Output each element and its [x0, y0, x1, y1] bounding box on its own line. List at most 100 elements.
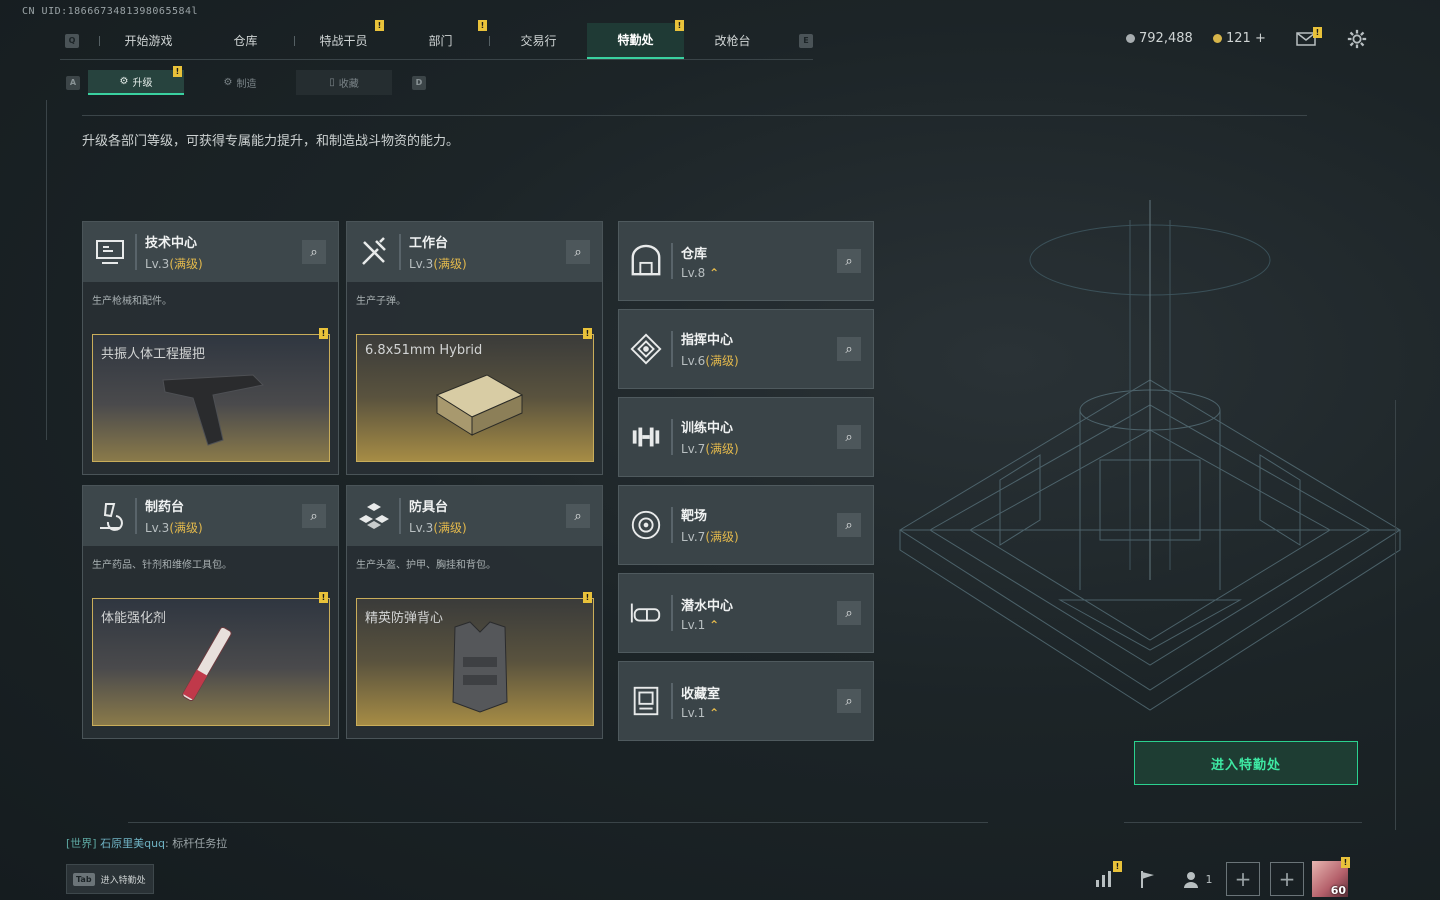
tab-trading[interactable]: 交易行 — [490, 23, 587, 59]
right-vertical-rule — [1395, 400, 1396, 830]
gold-currency[interactable]: 121 + — [1213, 31, 1266, 46]
card-separator — [671, 595, 673, 631]
settings-button[interactable] — [1346, 28, 1368, 50]
department-name: 技术中心 — [145, 236, 198, 251]
stats-button[interactable]: ! — [1086, 861, 1122, 897]
level-value: Lv.3 — [409, 521, 434, 535]
facility-card-training-center[interactable]: 训练中心 Lv.7(满级) ⌕ — [618, 397, 874, 477]
tab-key: Tab — [73, 872, 95, 886]
tab-departments[interactable]: 部门! — [392, 19, 489, 59]
injector-item-image — [182, 626, 232, 702]
inspect-button[interactable]: ⌕ — [566, 504, 590, 528]
inspect-button[interactable]: ⌕ — [837, 249, 861, 273]
sub-nav: A ⚙ 升级 ! ⚙ 制造 ▯ 收藏 D — [66, 66, 426, 95]
bottom-rule-right — [1124, 822, 1362, 823]
department-card-tech-center[interactable]: 技术中心 Lv.3(满级) ⌕ 生产枪械和配件。 共振人体工程握把 ! — [82, 221, 339, 475]
subtab-craft[interactable]: ⚙ 制造 — [192, 70, 288, 95]
facility-card-collection-room[interactable]: 收藏室 Lv.1 ⌃ ⌕ — [618, 661, 874, 741]
inspect-button[interactable]: ⌕ — [837, 337, 861, 361]
warehouse-icon — [629, 244, 663, 278]
bottom-rule — [128, 822, 988, 823]
card-separator — [135, 234, 137, 270]
tab-start-game[interactable]: 开始游戏 — [100, 23, 197, 59]
inspect-button[interactable]: ⌕ — [302, 504, 326, 528]
upgrade-arrow-icon: ⌃ — [709, 617, 720, 632]
left-vertical-rule — [46, 100, 47, 440]
department-card-pharmacy[interactable]: 制药台 Lv.3(满级) ⌕ 生产药品、针剂和维修工具包。 体能强化剂 ! — [82, 485, 339, 739]
tab-operators[interactable]: 特战干员! — [295, 19, 392, 59]
facility-card-command-center[interactable]: 指挥中心 Lv.6(满级) ⌕ — [618, 309, 874, 389]
tab-shortcut-hint[interactable]: Tab 进入特勤处 — [66, 864, 154, 894]
nav-next-key[interactable]: E — [799, 33, 813, 48]
tab-warehouse[interactable]: 仓库 — [197, 23, 294, 59]
subnav-prev-key[interactable]: A — [66, 75, 80, 90]
friends-button[interactable]: 1 — [1176, 861, 1220, 897]
tab-hint-label: 进入特勤处 — [100, 875, 146, 886]
tab-special-ops[interactable]: 特勤处! — [587, 19, 684, 59]
inspect-button[interactable]: ⌕ — [837, 689, 861, 713]
facility-name: 训练中心 — [681, 421, 734, 436]
microscope-icon — [93, 499, 127, 533]
card-separator — [671, 507, 673, 543]
flag-button[interactable] — [1130, 861, 1166, 897]
notice-badge-icon: ! — [675, 19, 684, 31]
friends-icon — [1183, 872, 1198, 888]
add-party-slot-button[interactable]: + — [1270, 862, 1304, 896]
notice-badge-icon: ! — [478, 19, 487, 31]
inspect-button[interactable]: ⌕ — [566, 240, 590, 264]
nav-prev-key[interactable]: Q — [65, 33, 79, 48]
search-icon: ⌕ — [845, 253, 853, 269]
tab-label: 开始游戏 — [124, 34, 173, 48]
notice-badge-icon: ! — [375, 19, 384, 31]
subtab-upgrade[interactable]: ⚙ 升级 ! — [88, 66, 184, 95]
inspect-button[interactable]: ⌕ — [837, 513, 861, 537]
department-level: Lv.3(满级) — [409, 255, 467, 272]
department-description: 生产子弹。 — [356, 296, 406, 307]
craft-icon: ⚙ — [223, 77, 233, 88]
inspect-button[interactable]: ⌕ — [837, 601, 861, 625]
department-level: Lv.3(满级) — [145, 519, 203, 536]
bottom-toolbar: ! 1 + + 60 ! — [1086, 857, 1350, 900]
craft-item-slot[interactable]: 共振人体工程握把 — [92, 334, 330, 462]
subnav-next-key[interactable]: D — [412, 75, 426, 90]
grip-item-image — [162, 374, 265, 446]
inspect-button[interactable]: ⌕ — [302, 240, 326, 264]
search-icon: ⌕ — [574, 244, 582, 260]
facility-wireframe-illustration — [899, 200, 1401, 711]
level-status: (满级) — [169, 521, 203, 535]
craft-item-slot[interactable]: 精英防弹背心 — [356, 598, 594, 726]
department-description: 生产药品、针剂和维修工具包。 — [92, 560, 232, 571]
add-party-slot-button[interactable]: + — [1226, 862, 1260, 896]
card-separator — [399, 498, 401, 534]
player-avatar[interactable]: 60 ! — [1312, 857, 1350, 897]
level-value: Lv.6 — [681, 354, 706, 368]
tab-label: 部门 — [428, 34, 453, 48]
facility-name: 收藏室 — [681, 686, 721, 702]
search-icon: ⌕ — [845, 429, 853, 445]
facility-card-shooting-range[interactable]: 靶场 Lv.7(满级) ⌕ — [618, 485, 874, 565]
tab-gunsmith[interactable]: 改枪台 — [684, 23, 781, 59]
page-description: 升级各部门等级，可获得专属能力提升，和制造战斗物资的能力。 — [82, 134, 460, 149]
department-card-armory[interactable]: 防具台 Lv.3(满级) ⌕ 生产头盔、护甲、胸挂和背包。 精英防弹背心 ! — [346, 485, 603, 739]
card-separator — [671, 331, 673, 367]
craft-item-slot[interactable]: 6.8x51mm Hybrid — [356, 334, 594, 462]
friends-count: 1 — [1205, 872, 1213, 886]
facility-card-diving-center[interactable]: 潜水中心 Lv.1 ⌃ ⌕ — [618, 573, 874, 653]
level-status: (满级) — [169, 257, 203, 271]
gold-coin-icon — [1213, 34, 1222, 43]
enter-special-ops-button[interactable]: 进入特勤处 — [1134, 741, 1358, 785]
subtab-label: 升级 — [132, 78, 153, 89]
level-status: (满级) — [433, 257, 467, 271]
chat-message[interactable]: [世界] 石原里美quq: 标杆任务拉 — [66, 835, 227, 851]
card-separator — [671, 419, 673, 455]
inspect-button[interactable]: ⌕ — [837, 425, 861, 449]
level-value: Lv.1 — [681, 617, 706, 632]
mail-button[interactable]: ! — [1296, 27, 1322, 48]
department-card-workbench[interactable]: 工作台 Lv.3(满级) ⌕ 生产子弹。 6.8x51mm Hybrid ! — [346, 221, 603, 475]
craft-item-slot[interactable]: 体能强化剂 — [92, 598, 330, 726]
subtab-collection[interactable]: ▯ 收藏 — [296, 70, 392, 95]
facility-card-warehouse[interactable]: 仓库 Lv.8 ⌃ ⌕ — [618, 221, 874, 301]
search-icon: ⌕ — [574, 508, 582, 524]
department-level: Lv.3(满级) — [145, 255, 203, 272]
card-separator — [671, 683, 673, 719]
